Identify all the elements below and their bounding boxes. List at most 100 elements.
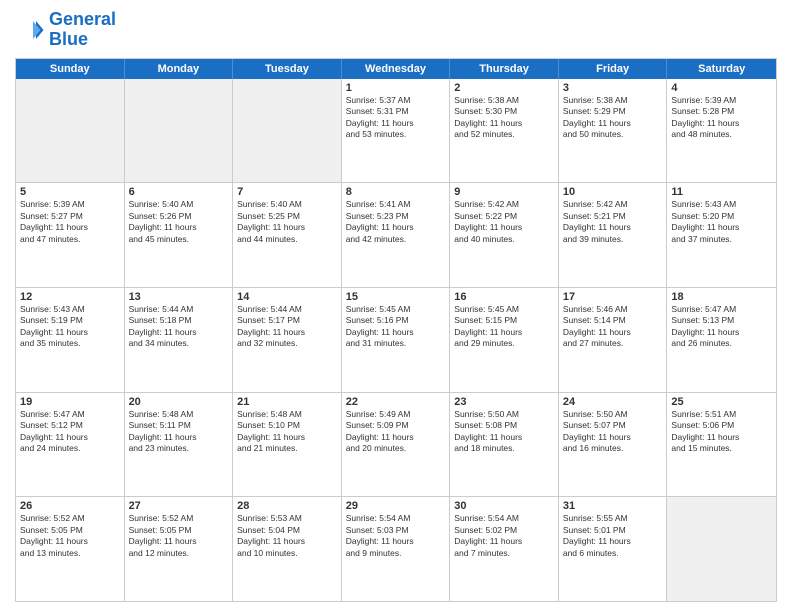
calendar-day-cell: 14Sunrise: 5:44 AM Sunset: 5:17 PM Dayli…: [233, 288, 342, 392]
day-number: 10: [563, 186, 663, 198]
calendar-day-cell: 30Sunrise: 5:54 AM Sunset: 5:02 PM Dayli…: [450, 497, 559, 601]
day-info: Sunrise: 5:37 AM Sunset: 5:31 PM Dayligh…: [346, 95, 446, 141]
day-number: 4: [671, 82, 772, 94]
weekday-header: Tuesday: [233, 59, 342, 79]
calendar-day-cell: 17Sunrise: 5:46 AM Sunset: 5:14 PM Dayli…: [559, 288, 668, 392]
day-number: 18: [671, 291, 772, 303]
calendar-day-cell: 7Sunrise: 5:40 AM Sunset: 5:25 PM Daylig…: [233, 183, 342, 287]
calendar-day-cell: 25Sunrise: 5:51 AM Sunset: 5:06 PM Dayli…: [667, 393, 776, 497]
calendar-day-cell: 23Sunrise: 5:50 AM Sunset: 5:08 PM Dayli…: [450, 393, 559, 497]
day-number: 24: [563, 396, 663, 408]
day-info: Sunrise: 5:47 AM Sunset: 5:13 PM Dayligh…: [671, 304, 772, 350]
calendar-day-cell: 4Sunrise: 5:39 AM Sunset: 5:28 PM Daylig…: [667, 79, 776, 183]
day-info: Sunrise: 5:38 AM Sunset: 5:30 PM Dayligh…: [454, 95, 554, 141]
day-info: Sunrise: 5:42 AM Sunset: 5:21 PM Dayligh…: [563, 199, 663, 245]
calendar-week-row: 19Sunrise: 5:47 AM Sunset: 5:12 PM Dayli…: [16, 393, 776, 498]
calendar-day-cell: 29Sunrise: 5:54 AM Sunset: 5:03 PM Dayli…: [342, 497, 451, 601]
empty-cell: [233, 79, 342, 183]
day-number: 29: [346, 500, 446, 512]
day-number: 15: [346, 291, 446, 303]
day-number: 11: [671, 186, 772, 198]
day-info: Sunrise: 5:42 AM Sunset: 5:22 PM Dayligh…: [454, 199, 554, 245]
day-number: 22: [346, 396, 446, 408]
day-info: Sunrise: 5:44 AM Sunset: 5:18 PM Dayligh…: [129, 304, 229, 350]
day-number: 19: [20, 396, 120, 408]
calendar-day-cell: 19Sunrise: 5:47 AM Sunset: 5:12 PM Dayli…: [16, 393, 125, 497]
day-number: 2: [454, 82, 554, 94]
empty-cell: [125, 79, 234, 183]
calendar-day-cell: 5Sunrise: 5:39 AM Sunset: 5:27 PM Daylig…: [16, 183, 125, 287]
day-info: Sunrise: 5:47 AM Sunset: 5:12 PM Dayligh…: [20, 409, 120, 455]
day-number: 16: [454, 291, 554, 303]
day-info: Sunrise: 5:40 AM Sunset: 5:25 PM Dayligh…: [237, 199, 337, 245]
logo-text: General Blue: [49, 10, 116, 50]
day-info: Sunrise: 5:48 AM Sunset: 5:10 PM Dayligh…: [237, 409, 337, 455]
day-info: Sunrise: 5:52 AM Sunset: 5:05 PM Dayligh…: [129, 513, 229, 559]
calendar-day-cell: 3Sunrise: 5:38 AM Sunset: 5:29 PM Daylig…: [559, 79, 668, 183]
calendar-header: SundayMondayTuesdayWednesdayThursdayFrid…: [16, 59, 776, 79]
calendar-week-row: 1Sunrise: 5:37 AM Sunset: 5:31 PM Daylig…: [16, 79, 776, 184]
calendar-day-cell: 8Sunrise: 5:41 AM Sunset: 5:23 PM Daylig…: [342, 183, 451, 287]
page: General Blue SundayMondayTuesdayWednesda…: [0, 0, 792, 612]
day-number: 25: [671, 396, 772, 408]
day-info: Sunrise: 5:45 AM Sunset: 5:16 PM Dayligh…: [346, 304, 446, 350]
day-number: 17: [563, 291, 663, 303]
day-info: Sunrise: 5:41 AM Sunset: 5:23 PM Dayligh…: [346, 199, 446, 245]
day-number: 23: [454, 396, 554, 408]
calendar-day-cell: 27Sunrise: 5:52 AM Sunset: 5:05 PM Dayli…: [125, 497, 234, 601]
calendar-day-cell: 18Sunrise: 5:47 AM Sunset: 5:13 PM Dayli…: [667, 288, 776, 392]
calendar-day-cell: 6Sunrise: 5:40 AM Sunset: 5:26 PM Daylig…: [125, 183, 234, 287]
day-info: Sunrise: 5:38 AM Sunset: 5:29 PM Dayligh…: [563, 95, 663, 141]
day-number: 26: [20, 500, 120, 512]
weekday-header: Sunday: [16, 59, 125, 79]
weekday-header: Thursday: [450, 59, 559, 79]
calendar-day-cell: 31Sunrise: 5:55 AM Sunset: 5:01 PM Dayli…: [559, 497, 668, 601]
weekday-header: Saturday: [667, 59, 776, 79]
logo-icon: [15, 15, 45, 45]
day-info: Sunrise: 5:49 AM Sunset: 5:09 PM Dayligh…: [346, 409, 446, 455]
day-info: Sunrise: 5:54 AM Sunset: 5:03 PM Dayligh…: [346, 513, 446, 559]
day-number: 31: [563, 500, 663, 512]
day-number: 7: [237, 186, 337, 198]
day-number: 14: [237, 291, 337, 303]
day-number: 6: [129, 186, 229, 198]
calendar-day-cell: 22Sunrise: 5:49 AM Sunset: 5:09 PM Dayli…: [342, 393, 451, 497]
day-number: 21: [237, 396, 337, 408]
calendar-day-cell: 26Sunrise: 5:52 AM Sunset: 5:05 PM Dayli…: [16, 497, 125, 601]
day-number: 27: [129, 500, 229, 512]
day-number: 9: [454, 186, 554, 198]
day-number: 3: [563, 82, 663, 94]
calendar-day-cell: 10Sunrise: 5:42 AM Sunset: 5:21 PM Dayli…: [559, 183, 668, 287]
day-number: 30: [454, 500, 554, 512]
calendar-day-cell: 24Sunrise: 5:50 AM Sunset: 5:07 PM Dayli…: [559, 393, 668, 497]
empty-cell: [16, 79, 125, 183]
calendar: SundayMondayTuesdayWednesdayThursdayFrid…: [15, 58, 777, 602]
calendar-day-cell: 20Sunrise: 5:48 AM Sunset: 5:11 PM Dayli…: [125, 393, 234, 497]
calendar-day-cell: 13Sunrise: 5:44 AM Sunset: 5:18 PM Dayli…: [125, 288, 234, 392]
day-info: Sunrise: 5:55 AM Sunset: 5:01 PM Dayligh…: [563, 513, 663, 559]
weekday-header: Monday: [125, 59, 234, 79]
day-number: 12: [20, 291, 120, 303]
header: General Blue: [15, 10, 777, 50]
weekday-header: Friday: [559, 59, 668, 79]
calendar-day-cell: 9Sunrise: 5:42 AM Sunset: 5:22 PM Daylig…: [450, 183, 559, 287]
day-info: Sunrise: 5:43 AM Sunset: 5:19 PM Dayligh…: [20, 304, 120, 350]
day-info: Sunrise: 5:54 AM Sunset: 5:02 PM Dayligh…: [454, 513, 554, 559]
day-number: 1: [346, 82, 446, 94]
day-info: Sunrise: 5:52 AM Sunset: 5:05 PM Dayligh…: [20, 513, 120, 559]
day-number: 8: [346, 186, 446, 198]
calendar-day-cell: 12Sunrise: 5:43 AM Sunset: 5:19 PM Dayli…: [16, 288, 125, 392]
calendar-week-row: 26Sunrise: 5:52 AM Sunset: 5:05 PM Dayli…: [16, 497, 776, 601]
day-info: Sunrise: 5:51 AM Sunset: 5:06 PM Dayligh…: [671, 409, 772, 455]
weekday-header: Wednesday: [342, 59, 451, 79]
calendar-day-cell: 15Sunrise: 5:45 AM Sunset: 5:16 PM Dayli…: [342, 288, 451, 392]
calendar-day-cell: 11Sunrise: 5:43 AM Sunset: 5:20 PM Dayli…: [667, 183, 776, 287]
day-info: Sunrise: 5:50 AM Sunset: 5:08 PM Dayligh…: [454, 409, 554, 455]
calendar-week-row: 5Sunrise: 5:39 AM Sunset: 5:27 PM Daylig…: [16, 183, 776, 288]
calendar-day-cell: 16Sunrise: 5:45 AM Sunset: 5:15 PM Dayli…: [450, 288, 559, 392]
day-info: Sunrise: 5:50 AM Sunset: 5:07 PM Dayligh…: [563, 409, 663, 455]
day-info: Sunrise: 5:40 AM Sunset: 5:26 PM Dayligh…: [129, 199, 229, 245]
calendar-day-cell: 1Sunrise: 5:37 AM Sunset: 5:31 PM Daylig…: [342, 79, 451, 183]
day-number: 20: [129, 396, 229, 408]
logo: General Blue: [15, 10, 116, 50]
